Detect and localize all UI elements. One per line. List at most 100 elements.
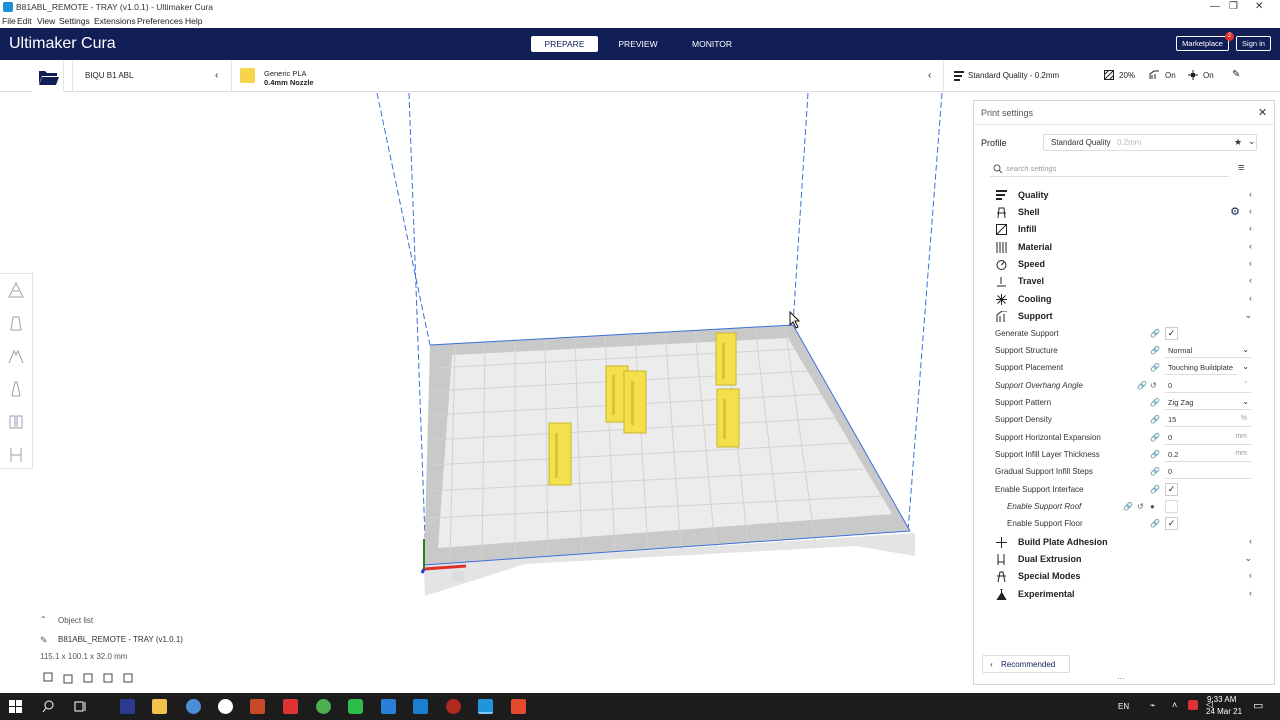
support-pattern-dropdown[interactable]: Zig Zag bbox=[1165, 396, 1251, 410]
pencil-icon[interactable]: ✎ bbox=[40, 635, 48, 646]
setting-support-infill-layer-thickness: Support Infill Layer Thickness 🔗 0.2 mm bbox=[995, 447, 1257, 464]
marketplace-button[interactable]: Marketplace bbox=[1176, 36, 1229, 51]
support-density-input[interactable]: 15 bbox=[1165, 413, 1251, 427]
category-cooling[interactable]: Cooling ‹ bbox=[990, 291, 1256, 308]
chrome-icon[interactable] bbox=[218, 699, 233, 714]
close-icon[interactable]: ✕ bbox=[1258, 106, 1267, 119]
scale-tool-icon[interactable] bbox=[6, 313, 26, 333]
menu-file[interactable]: File bbox=[2, 16, 16, 26]
category-build-plate-adhesion[interactable]: Build Plate Adhesion ‹ bbox=[990, 534, 1256, 551]
task-view-icon[interactable] bbox=[73, 699, 88, 714]
category-shell[interactable]: Shell ⚙ ‹ bbox=[990, 204, 1256, 221]
photoshop-icon[interactable] bbox=[120, 699, 135, 714]
setting-generate-support: Generate Support 🔗 ✓ bbox=[995, 326, 1257, 343]
support-structure-dropdown[interactable]: Normal bbox=[1165, 344, 1251, 358]
material-color-icon bbox=[240, 68, 255, 83]
menu-icon[interactable]: ≡ bbox=[1238, 162, 1244, 174]
category-infill[interactable]: Infill ‹ bbox=[990, 221, 1256, 238]
tab-preview[interactable]: PREVIEW bbox=[606, 36, 670, 52]
acrobat-icon[interactable] bbox=[283, 699, 298, 714]
menu-settings[interactable]: Settings bbox=[59, 16, 90, 26]
windows-taskbar: EN ⌁ ˄ ◁ 9:33 AM 24 Mar 21 ▭ bbox=[0, 693, 1280, 720]
travel-icon bbox=[997, 277, 1006, 287]
menu-help[interactable]: Help bbox=[185, 16, 202, 26]
clock-time[interactable]: 9:33 AM bbox=[1207, 695, 1236, 704]
menu-view[interactable]: View bbox=[37, 16, 55, 26]
gradual-support-infill-steps-input[interactable]: 0 bbox=[1165, 465, 1251, 479]
search-settings-input[interactable]: search settings bbox=[990, 161, 1229, 177]
link-icon: 🔗 bbox=[1150, 329, 1160, 338]
clock-date[interactable]: 24 Mar 21 bbox=[1206, 707, 1242, 716]
category-material[interactable]: Material ‹ bbox=[990, 239, 1256, 256]
menu-preferences[interactable]: Preferences bbox=[137, 16, 183, 26]
category-support[interactable]: Support ⌄ bbox=[990, 308, 1256, 325]
notification-icon[interactable]: ▭ bbox=[1253, 699, 1263, 712]
cura-taskbar-icon[interactable] bbox=[478, 699, 493, 714]
tray-app-icon[interactable] bbox=[1188, 700, 1198, 710]
chevron-left-icon: ‹ bbox=[1249, 189, 1252, 199]
rotate-tool-icon[interactable] bbox=[6, 346, 26, 366]
tab-prepare[interactable]: PREPARE bbox=[531, 36, 598, 52]
category-experimental[interactable]: Experimental ‹ bbox=[990, 586, 1256, 603]
generate-support-checkbox[interactable]: ✓ bbox=[1165, 327, 1178, 340]
move-tool-icon[interactable] bbox=[6, 280, 26, 300]
category-quality[interactable]: Quality ‹ bbox=[990, 187, 1256, 204]
windows-start-icon[interactable] bbox=[8, 699, 23, 714]
enable-support-interface-checkbox[interactable]: ✓ bbox=[1165, 483, 1178, 496]
star-icon[interactable]: ★ bbox=[1234, 137, 1242, 148]
menu-edit[interactable]: Edit bbox=[17, 16, 32, 26]
search-placeholder: search settings bbox=[1006, 164, 1057, 173]
window-title: B81ABL_REMOTE - TRAY (v1.0.1) - Ultimake… bbox=[16, 2, 213, 12]
profile-dropdown[interactable]: Standard Quality 0.2mm ★ ⌄ bbox=[1043, 134, 1257, 151]
app-icon[interactable] bbox=[446, 699, 461, 714]
support-overhang-angle-input[interactable]: 0 bbox=[1165, 379, 1251, 393]
link-icon: 🔗 bbox=[1150, 450, 1160, 459]
recommended-button[interactable]: ‹ Recommended bbox=[982, 655, 1070, 673]
chevron-up-icon[interactable]: ⌃ bbox=[40, 615, 47, 624]
support-placement-dropdown[interactable]: Touching Buildplate bbox=[1165, 361, 1237, 375]
adhesion-value: On bbox=[1203, 71, 1214, 80]
gear-icon[interactable]: ⚙ bbox=[1230, 205, 1240, 218]
line-icon[interactable] bbox=[348, 699, 363, 714]
support-blocker-icon[interactable] bbox=[6, 445, 26, 465]
reset-icon[interactable]: ↺ bbox=[1137, 502, 1144, 511]
print-setup-selector[interactable]: Standard Quality - 0.2mm 20% On On ✎ bbox=[944, 60, 1280, 92]
app-icon[interactable] bbox=[413, 699, 428, 714]
app-icon[interactable] bbox=[250, 699, 265, 714]
menu-extensions[interactable]: Extensions bbox=[94, 16, 136, 26]
tab-monitor[interactable]: MONITOR bbox=[678, 36, 746, 52]
printer-selector[interactable]: BIQU B1 ABL ‹ bbox=[72, 60, 232, 92]
search-icon[interactable] bbox=[41, 699, 56, 714]
reset-icon[interactable]: ↺ bbox=[1150, 381, 1157, 390]
chrome-icon[interactable] bbox=[316, 699, 331, 714]
per-model-settings-icon[interactable] bbox=[6, 412, 26, 432]
category-special-modes[interactable]: Special Modes ‹ bbox=[990, 568, 1256, 585]
material-icon bbox=[996, 242, 1007, 253]
network-icon[interactable]: ⌁ bbox=[1150, 700, 1155, 711]
app-icon[interactable] bbox=[186, 699, 201, 714]
enable-support-roof-checkbox[interactable] bbox=[1165, 500, 1178, 513]
category-dual-extrusion[interactable]: Dual Extrusion ⌄ bbox=[990, 551, 1256, 568]
category-travel[interactable]: Travel ‹ bbox=[990, 273, 1256, 290]
signin-button[interactable]: Sign in bbox=[1236, 36, 1271, 51]
mail-icon[interactable] bbox=[381, 699, 396, 714]
chevron-up-icon[interactable]: ˄ bbox=[1172, 700, 1177, 710]
mirror-tool-icon[interactable] bbox=[6, 379, 26, 399]
chevron-left-icon: ‹ bbox=[928, 70, 932, 81]
resize-handle-icon[interactable]: ⋯ bbox=[1117, 674, 1125, 683]
open-file-button[interactable] bbox=[32, 60, 64, 92]
category-speed[interactable]: Speed ‹ bbox=[990, 256, 1256, 273]
chevron-left-icon: ‹ bbox=[1249, 570, 1252, 580]
language-indicator[interactable]: EN bbox=[1118, 702, 1129, 711]
enable-support-floor-checkbox[interactable]: ✓ bbox=[1165, 517, 1178, 530]
material-selector[interactable]: Generic PLA 0.4mm Nozzle ‹ bbox=[232, 60, 944, 92]
restore-icon[interactable]: ❐ bbox=[1229, 1, 1238, 12]
minimize-icon[interactable]: — bbox=[1210, 1, 1220, 12]
close-window-icon[interactable]: ✕ bbox=[1255, 1, 1263, 12]
3d-viewport[interactable] bbox=[0, 93, 972, 693]
file-explorer-icon[interactable] bbox=[152, 699, 167, 714]
adhesion-icon bbox=[1188, 70, 1198, 80]
object-list-header[interactable]: Object list bbox=[58, 616, 93, 625]
app-icon[interactable] bbox=[511, 699, 526, 714]
quality-icon bbox=[954, 71, 964, 81]
